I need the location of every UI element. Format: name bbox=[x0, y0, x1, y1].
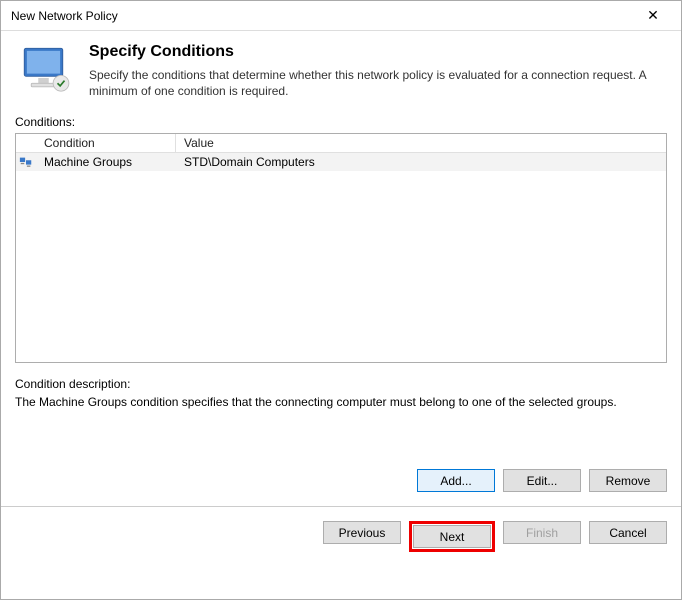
wizard-button-row: Previous Next Finish Cancel bbox=[1, 507, 681, 566]
remove-button[interactable]: Remove bbox=[589, 469, 667, 492]
next-button-highlight: Next bbox=[409, 521, 495, 552]
description-label: Condition description: bbox=[15, 377, 667, 391]
cancel-button[interactable]: Cancel bbox=[589, 521, 667, 544]
header-value[interactable]: Value bbox=[176, 134, 666, 153]
wizard-header: Specify Conditions Specify the condition… bbox=[1, 31, 681, 109]
next-button[interactable]: Next bbox=[413, 525, 491, 548]
condition-name: Machine Groups bbox=[36, 153, 176, 171]
description-text: The Machine Groups condition specifies t… bbox=[15, 395, 667, 409]
finish-button: Finish bbox=[503, 521, 581, 544]
conditions-list[interactable]: Condition Value Machine Groups STD\Domai… bbox=[15, 133, 667, 363]
conditions-header-row: Condition Value bbox=[16, 134, 666, 153]
window-title: New Network Policy bbox=[11, 9, 118, 23]
edit-button[interactable]: Edit... bbox=[503, 469, 581, 492]
add-button[interactable]: Add... bbox=[417, 469, 495, 492]
header-icon-col bbox=[16, 134, 36, 153]
titlebar: New Network Policy ✕ bbox=[1, 1, 681, 31]
close-icon: ✕ bbox=[647, 7, 659, 24]
machine-groups-icon bbox=[16, 153, 36, 171]
condition-value: STD\Domain Computers bbox=[176, 153, 666, 171]
condition-row[interactable]: Machine Groups STD\Domain Computers bbox=[16, 153, 666, 171]
previous-button[interactable]: Previous bbox=[323, 521, 401, 544]
close-button[interactable]: ✕ bbox=[633, 2, 673, 30]
monitor-icon bbox=[19, 43, 75, 99]
conditions-label: Conditions: bbox=[15, 115, 667, 129]
header-condition[interactable]: Condition bbox=[36, 134, 176, 153]
page-title: Specify Conditions bbox=[89, 43, 663, 61]
page-subtitle: Specify the conditions that determine wh… bbox=[89, 67, 663, 99]
